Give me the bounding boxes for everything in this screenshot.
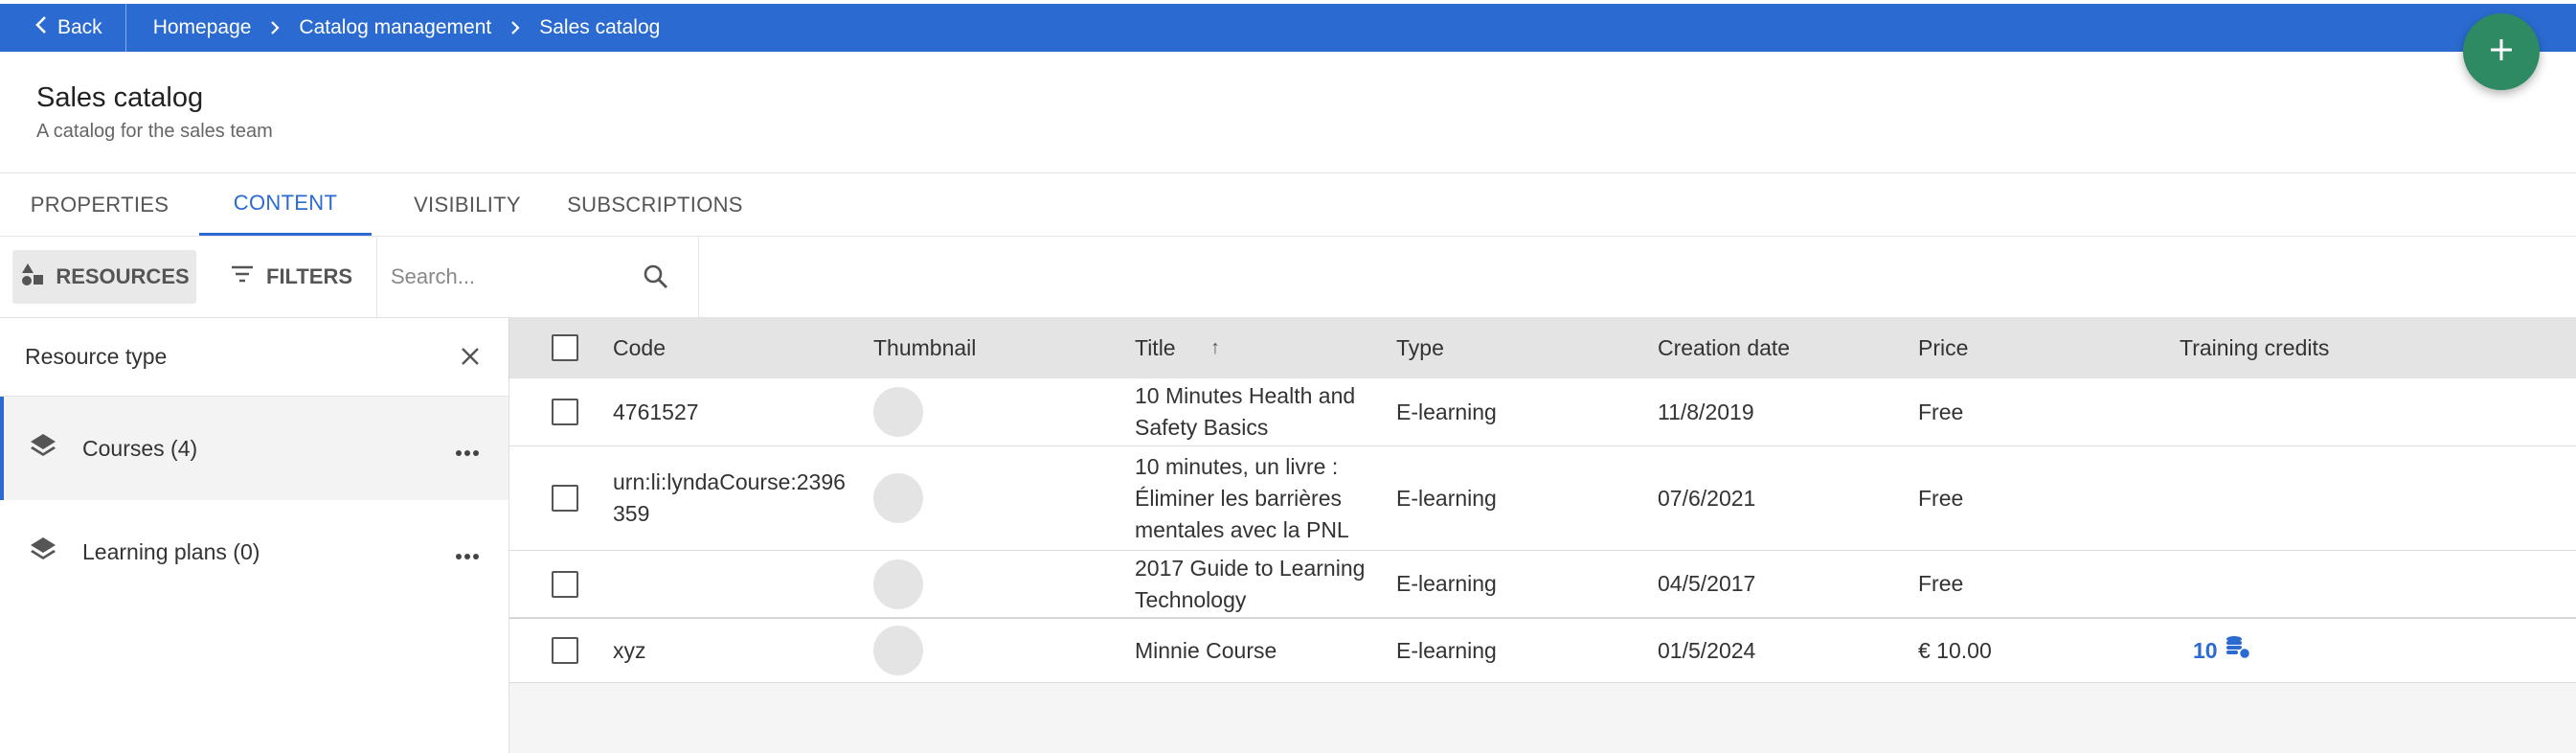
thumbnail-placeholder xyxy=(873,559,923,609)
plus-icon xyxy=(2489,37,2514,67)
chevron-right-icon xyxy=(270,20,280,35)
row-checkbox[interactable] xyxy=(552,637,578,664)
chevron-left-icon xyxy=(34,15,48,40)
sort-ascending-icon[interactable]: ↑ xyxy=(1210,317,1220,378)
thumbnail-placeholder xyxy=(873,473,923,523)
cell-type: E-learning xyxy=(1396,637,1497,663)
cell-code: urn:li:lyndaCourse:2396359 xyxy=(613,469,846,526)
cell-title[interactable]: 10 Minutes Health and Safety Basics xyxy=(1135,378,1384,445)
page-title: Sales catalog xyxy=(36,82,204,113)
cell-price: Free xyxy=(1918,399,1964,424)
column-header-thumbnail: Thumbnail xyxy=(873,334,977,360)
cell-code xyxy=(613,551,852,617)
cell-price: Free xyxy=(1918,571,1964,596)
add-button[interactable] xyxy=(2463,13,2540,90)
table-row[interactable]: xyz Minnie Course E-learning 01/5/2024 €… xyxy=(509,618,2576,683)
table-row[interactable]: 2017 Guide to Learning Technology E-lear… xyxy=(509,551,2576,618)
cell-price: Free xyxy=(1918,485,1964,511)
cell-type: E-learning xyxy=(1396,485,1497,511)
search-box xyxy=(376,237,699,317)
resource-type-label: Learning plans (0) xyxy=(82,538,260,564)
filter-icon xyxy=(230,264,255,289)
tab-bar: PROPERTIES CONTENT VISIBILITY SUBSCRIPTI… xyxy=(0,173,747,236)
breadcrumb: Homepage Catalog management Sales catalo… xyxy=(126,16,661,39)
layers-icon xyxy=(29,431,57,466)
layers-icon xyxy=(29,535,57,569)
top-navigation-bar: Back Homepage Catalog management Sales c… xyxy=(0,4,2576,52)
filters-label: FILTERS xyxy=(266,264,353,288)
thumbnail-placeholder xyxy=(873,626,923,675)
cell-title[interactable]: 2017 Guide to Learning Technology xyxy=(1135,551,1384,617)
cell-title[interactable]: 10 minutes, un livre : Éliminer les barr… xyxy=(1135,446,1384,550)
resource-type-label: Courses (4) xyxy=(82,435,198,461)
search-icon[interactable] xyxy=(643,263,669,295)
back-button[interactable]: Back xyxy=(0,4,126,52)
cell-price: € 10.00 xyxy=(1918,637,1992,663)
close-icon[interactable] xyxy=(459,345,482,374)
cell-title[interactable]: Minnie Course xyxy=(1135,619,1384,682)
panel-header: Resource type xyxy=(0,318,508,397)
training-credits-link[interactable]: 10 xyxy=(2193,633,2252,669)
chevron-right-icon xyxy=(510,20,520,35)
breadcrumb-catalog-management[interactable]: Catalog management xyxy=(299,16,491,39)
page-subtitle: A catalog for the sales team xyxy=(36,121,273,142)
cell-type: E-learning xyxy=(1396,571,1497,596)
table-row[interactable]: 4761527 10 Minutes Health and Safety Bas… xyxy=(509,378,2576,446)
table-header: Code Thumbnail Title ↑ Type Creation dat… xyxy=(509,317,2576,378)
column-header-title[interactable]: Title xyxy=(1135,317,1176,378)
column-header-training-credits[interactable]: Training credits xyxy=(2180,317,2329,378)
resource-type-learning-plans[interactable]: Learning plans (0) xyxy=(0,500,508,604)
tab-subscriptions[interactable]: SUBSCRIPTIONS xyxy=(563,173,747,236)
panel-title: Resource type xyxy=(25,344,168,369)
select-all-checkbox[interactable] xyxy=(552,334,578,361)
table-row[interactable]: urn:li:lyndaCourse:2396359 10 minutes, u… xyxy=(509,446,2576,551)
resource-type-courses[interactable]: Courses (4) xyxy=(0,397,508,500)
back-label: Back xyxy=(57,16,102,38)
cell-type: E-learning xyxy=(1396,399,1497,424)
cell-code: xyz xyxy=(613,637,646,663)
resources-button[interactable]: RESOURCES xyxy=(12,250,196,304)
column-header-type[interactable]: Type xyxy=(1396,317,1444,378)
filters-button[interactable]: FILTERS xyxy=(230,250,352,304)
row-checkbox[interactable] xyxy=(552,485,578,512)
toolbar: RESOURCES FILTERS xyxy=(0,237,2576,317)
column-header-code[interactable]: Code xyxy=(613,317,666,378)
search-input[interactable] xyxy=(377,264,626,289)
tab-visibility[interactable]: VISIBILITY xyxy=(372,173,563,236)
breadcrumb-homepage[interactable]: Homepage xyxy=(153,16,252,39)
resource-type-panel: Resource type Courses (4) Learning plans… xyxy=(0,317,509,753)
breadcrumb-sales-catalog: Sales catalog xyxy=(539,16,661,38)
more-options-icon[interactable] xyxy=(455,540,480,566)
thumbnail-placeholder xyxy=(873,387,923,437)
content-table: Code Thumbnail Title ↑ Type Creation dat… xyxy=(509,317,2576,753)
cell-creation-date: 01/5/2024 xyxy=(1658,637,1756,663)
cell-creation-date: 11/8/2019 xyxy=(1658,399,1754,424)
coins-icon xyxy=(2224,633,2252,669)
column-header-price[interactable]: Price xyxy=(1918,317,1968,378)
column-header-creation-date[interactable]: Creation date xyxy=(1658,317,1790,378)
row-checkbox[interactable] xyxy=(552,399,578,425)
tab-properties[interactable]: PROPERTIES xyxy=(0,173,199,236)
tab-content[interactable]: CONTENT xyxy=(199,173,372,236)
cell-creation-date: 07/6/2021 xyxy=(1658,485,1756,511)
shapes-icon xyxy=(19,261,46,293)
cell-creation-date: 04/5/2017 xyxy=(1658,571,1756,596)
row-checkbox[interactable] xyxy=(552,570,578,598)
training-credits-value: 10 xyxy=(2193,637,2218,663)
more-options-icon[interactable] xyxy=(455,437,480,463)
cell-code: 4761527 xyxy=(613,399,699,424)
resources-label: RESOURCES xyxy=(56,264,190,288)
